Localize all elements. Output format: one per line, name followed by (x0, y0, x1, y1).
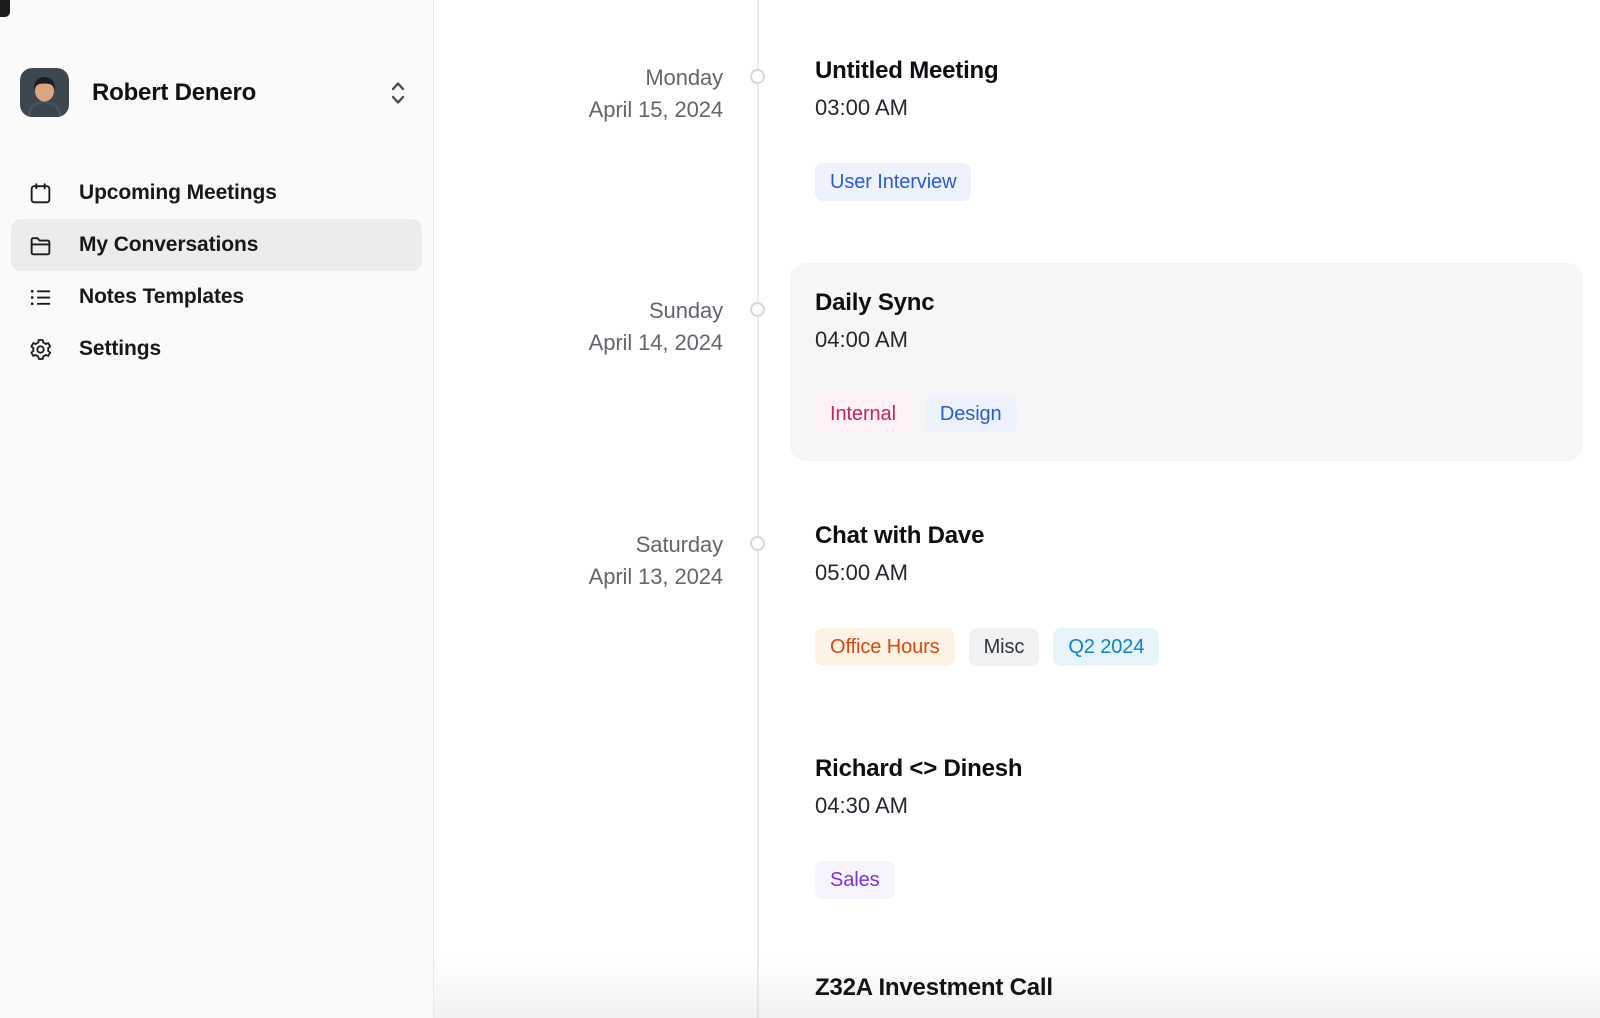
entry-date: Sunday April 14, 2024 (589, 295, 723, 359)
meeting-title: Untitled Meeting (815, 55, 1583, 87)
sidebar-item-label: Notes Templates (79, 285, 244, 309)
sidebar-item-label: My Conversations (79, 233, 258, 257)
gear-icon (28, 337, 53, 362)
sidebar-item-my-conversations[interactable]: My Conversations (11, 219, 422, 271)
sidebar: Robert Denero Upcoming Meetings (0, 0, 434, 1018)
meeting-tag[interactable]: Internal (815, 395, 911, 433)
meeting-card[interactable]: Daily Sync 04:00 AM Internal Design (790, 263, 1583, 461)
avatar (20, 68, 69, 117)
conversations-timeline-panel: Monday April 15, 2024 Untitled Meeting 0… (434, 0, 1600, 1018)
meeting-card[interactable]: Chat with Dave 05:00 AM Office Hours Misc… (815, 520, 1583, 666)
sidebar-item-upcoming-meetings[interactable]: Upcoming Meetings (11, 167, 422, 219)
meeting-tag[interactable]: Design (925, 395, 1017, 433)
entry-date-label: April 14, 2024 (589, 327, 723, 359)
meeting-title: Richard <> Dinesh (815, 753, 1583, 785)
meeting-card[interactable]: Untitled Meeting 03:00 AM User Interview (815, 55, 1583, 201)
meeting-tags: Sales (815, 861, 1583, 899)
meeting-title: Chat with Dave (815, 520, 1583, 552)
account-switcher[interactable]: Robert Denero (20, 68, 407, 117)
meeting-title: Z32A Investment Call (815, 972, 1583, 1004)
entry-day-label: Saturday (589, 529, 723, 561)
meeting-time: 03:00 AM (815, 93, 1583, 123)
calendar-icon (28, 181, 53, 206)
sidebar-item-label: Upcoming Meetings (79, 181, 277, 205)
account-name: Robert Denero (92, 79, 389, 107)
meeting-card[interactable]: Richard <> Dinesh 04:30 AM Sales (815, 753, 1583, 899)
meeting-tags: Internal Design (815, 395, 1558, 433)
entry-date-label: April 15, 2024 (589, 94, 723, 126)
meeting-tag[interactable]: Q2 2024 (1053, 628, 1159, 666)
entry-date: Saturday April 13, 2024 (589, 529, 723, 593)
timeline-dot (750, 302, 765, 317)
sidebar-item-settings[interactable]: Settings (11, 323, 422, 375)
meeting-title: Daily Sync (815, 287, 1558, 319)
sidebar-item-label: Settings (79, 337, 161, 361)
entry-day-label: Sunday (589, 295, 723, 327)
meeting-tag[interactable]: Office Hours (815, 628, 955, 666)
meeting-tags: Office Hours Misc Q2 2024 (815, 628, 1583, 666)
chevron-updown-icon (389, 78, 407, 108)
meeting-time: 04:30 AM (815, 791, 1583, 821)
meeting-tag[interactable]: User Interview (815, 163, 971, 201)
meeting-time: 04:00 AM (815, 325, 1558, 355)
sidebar-item-notes-templates[interactable]: Notes Templates (11, 271, 422, 323)
entry-day-label: Monday (589, 62, 723, 94)
list-icon (28, 285, 53, 310)
timeline-dot (750, 69, 765, 84)
folder-icon (28, 233, 53, 258)
entry-date: Monday April 15, 2024 (589, 62, 723, 126)
meeting-tags: User Interview (815, 163, 1583, 201)
meeting-card[interactable]: Z32A Investment Call (815, 972, 1583, 1004)
window-corner-mark (0, 0, 10, 17)
meeting-tag[interactable]: Sales (815, 861, 895, 899)
timeline-line (757, 0, 759, 1018)
meeting-time: 05:00 AM (815, 558, 1583, 588)
timeline-dot (750, 536, 765, 551)
entry-date-label: April 13, 2024 (589, 561, 723, 593)
sidebar-nav: Upcoming Meetings My Conversations (0, 167, 433, 375)
meeting-tag[interactable]: Misc (969, 628, 1040, 666)
